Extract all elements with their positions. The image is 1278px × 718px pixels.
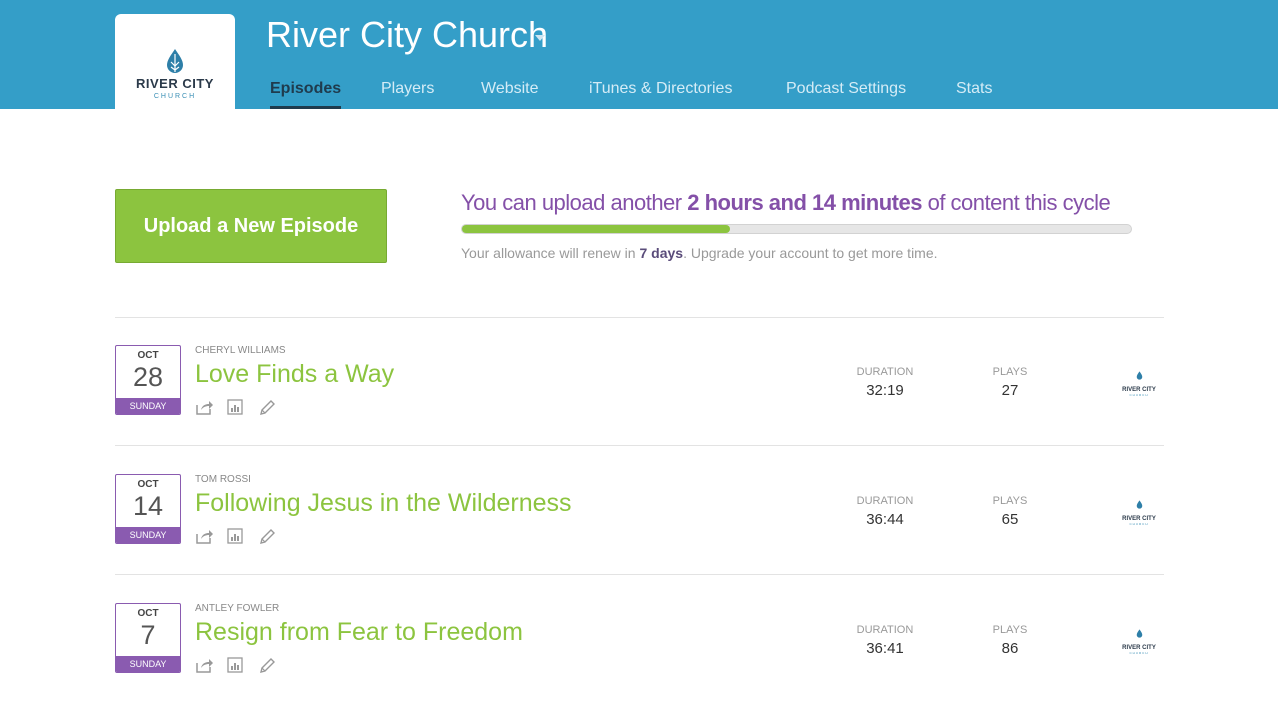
plays-label: PLAYS xyxy=(992,624,1028,636)
renew-suffix[interactable]: . Upgrade your account to get more time. xyxy=(683,245,937,261)
upload-new-episode-button[interactable]: Upload a New Episode xyxy=(115,189,387,263)
date-weekday: SUNDAY xyxy=(116,656,180,672)
allowance-progress-bar xyxy=(461,224,1132,234)
episode-artwork[interactable]: RIVER CITY CHURCH xyxy=(1115,625,1163,655)
date-badge: OCT 28 SUNDAY xyxy=(115,345,181,415)
date-month: OCT xyxy=(137,350,159,361)
plays-label: PLAYS xyxy=(992,366,1028,378)
episode-row: OCT 7 SUNDAY ANTLEY FOWLER Resign from F… xyxy=(0,603,1278,693)
caret-down-icon[interactable] xyxy=(535,34,545,42)
date-badge: OCT 14 SUNDAY xyxy=(115,474,181,544)
date-day: 28 xyxy=(132,362,164,392)
date-month: OCT xyxy=(137,479,159,490)
duration-label: DURATION xyxy=(856,495,914,507)
allowance-prefix: You can upload another xyxy=(461,190,688,215)
date-day: 14 xyxy=(132,491,164,521)
church-logo[interactable]: RIVER CITY CHURCH xyxy=(115,14,235,109)
tab-episodes[interactable]: Episodes xyxy=(270,80,342,109)
logo-wordmark: RIVER CITY xyxy=(136,76,214,91)
episode-row: OCT 14 SUNDAY TOM ROSSI Following Jesus … xyxy=(0,474,1278,564)
tab-itunes-directories[interactable]: iTunes & Directories xyxy=(589,80,732,106)
renew-message: Your allowance will renew in 7 days. Upg… xyxy=(461,245,938,261)
duration-value: 36:44 xyxy=(866,511,904,528)
date-weekday: SUNDAY xyxy=(116,398,180,414)
episode-author: TOM ROSSI xyxy=(195,474,251,485)
divider xyxy=(115,574,1164,575)
divider xyxy=(115,317,1164,318)
bar-chart-icon[interactable] xyxy=(227,528,243,549)
duration-label: DURATION xyxy=(856,366,914,378)
tab-podcast-settings[interactable]: Podcast Settings xyxy=(786,80,906,106)
allowance-progress-fill xyxy=(462,225,730,233)
date-month: OCT xyxy=(137,608,159,619)
share-icon[interactable] xyxy=(196,399,214,420)
water-drop-icon xyxy=(1136,500,1142,509)
allowance-suffix: of content this cycle xyxy=(921,190,1111,215)
episode-artwork[interactable]: RIVER CITY CHURCH xyxy=(1115,496,1163,526)
allowance-message: You can upload another 2 hours and 14 mi… xyxy=(461,190,1111,216)
water-drop-icon xyxy=(167,49,183,73)
plays-value: 27 xyxy=(1001,382,1019,399)
logo-subtext: CHURCH xyxy=(153,93,197,100)
duration-value: 32:19 xyxy=(866,382,904,399)
date-day: 7 xyxy=(140,620,156,650)
date-weekday: SUNDAY xyxy=(116,527,180,543)
water-drop-icon xyxy=(1136,629,1142,638)
episode-author: CHERYL WILLIAMS xyxy=(195,345,286,356)
site-title[interactable]: River City Church xyxy=(266,14,548,56)
episode-title[interactable]: Love Finds a Way xyxy=(195,360,394,389)
pencil-icon[interactable] xyxy=(259,399,276,421)
episode-author: ANTLEY FOWLER xyxy=(195,603,280,614)
duration-label: DURATION xyxy=(856,624,914,636)
bar-chart-icon[interactable] xyxy=(227,657,243,678)
allowance-amount: 2 hours and 14 minutes xyxy=(687,190,922,215)
artwork-subtext: CHURCH xyxy=(1129,522,1149,526)
divider xyxy=(115,445,1164,446)
date-badge: OCT 7 SUNDAY xyxy=(115,603,181,673)
episode-title[interactable]: Resign from Fear to Freedom xyxy=(195,618,523,647)
pencil-icon[interactable] xyxy=(259,657,276,679)
bar-chart-icon[interactable] xyxy=(227,399,243,420)
tab-players[interactable]: Players xyxy=(381,80,434,106)
app-header: RIVER CITY CHURCH River City Church Epis… xyxy=(0,0,1278,109)
plays-value: 65 xyxy=(1001,511,1019,528)
duration-value: 36:41 xyxy=(866,640,904,657)
pencil-icon[interactable] xyxy=(259,528,276,550)
tab-stats[interactable]: Stats xyxy=(956,80,992,106)
artwork-subtext: CHURCH xyxy=(1129,651,1149,655)
renew-prefix: Your allowance will renew in xyxy=(461,245,640,261)
share-icon[interactable] xyxy=(196,657,214,678)
artwork-subtext: CHURCH xyxy=(1129,393,1149,397)
plays-label: PLAYS xyxy=(992,495,1028,507)
plays-value: 86 xyxy=(1001,640,1019,657)
water-drop-icon xyxy=(1136,371,1142,380)
episode-title[interactable]: Following Jesus in the Wilderness xyxy=(195,489,572,518)
share-icon[interactable] xyxy=(196,528,214,549)
episode-row: OCT 28 SUNDAY CHERYL WILLIAMS Love Finds… xyxy=(0,345,1278,435)
renew-days: 7 days xyxy=(639,245,684,261)
episode-artwork[interactable]: RIVER CITY CHURCH xyxy=(1115,367,1163,397)
tab-website[interactable]: Website xyxy=(481,80,539,106)
